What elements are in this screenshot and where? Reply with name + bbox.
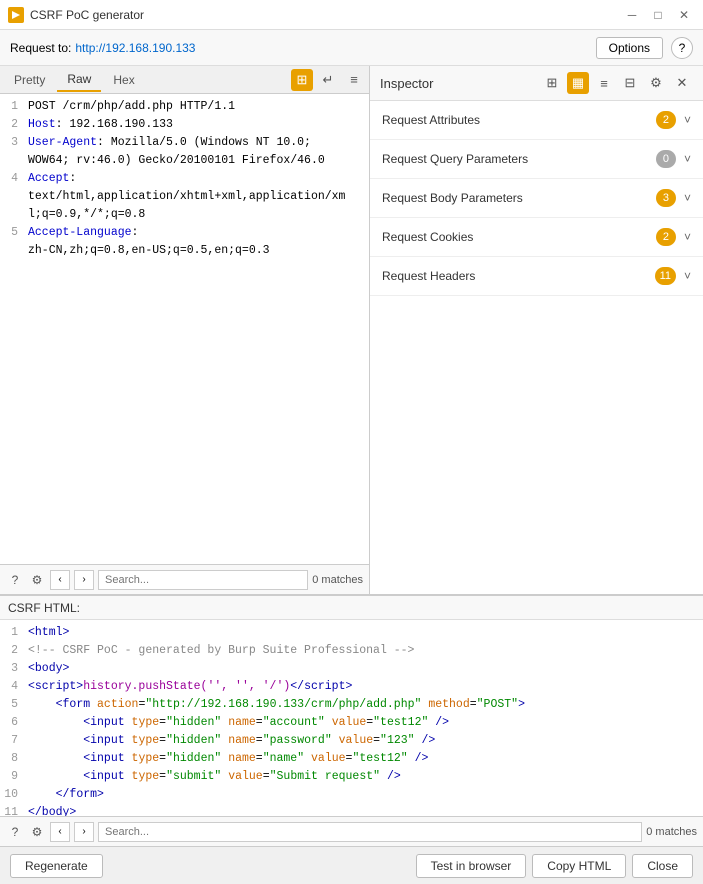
prev-match-button[interactable]: ‹: [50, 570, 70, 590]
code-line: 9 <input type="submit" value="Submit req…: [0, 768, 703, 786]
inspector-row-attributes[interactable]: Request Attributes 2 ˅: [370, 101, 703, 140]
count-badge: 0: [656, 150, 676, 168]
next-match-button-bottom[interactable]: ›: [74, 822, 94, 842]
chevron-down-icon: ˅: [684, 269, 691, 283]
chevron-down-icon: ˅: [684, 230, 691, 244]
code-line: 1 POST /crm/php/add.php HTTP/1.1: [0, 98, 369, 116]
inspector-align-icon[interactable]: ≡: [593, 72, 615, 94]
tab-hex[interactable]: Hex: [103, 69, 144, 91]
chevron-down-icon: ˅: [684, 113, 691, 127]
inspector-row-label: Request Query Parameters: [382, 152, 528, 166]
inspector-row-label: Request Body Parameters: [382, 191, 523, 205]
request-code-area: 1 POST /crm/php/add.php HTTP/1.1 2 Host:…: [0, 94, 369, 564]
request-url: http://192.168.190.133: [75, 41, 195, 55]
code-line: 3 <body>: [0, 660, 703, 678]
wrap-icon[interactable]: ↵: [317, 69, 339, 91]
csrf-match-count: 0 matches: [646, 826, 697, 838]
bottom-toolbar: Regenerate Test in browser Copy HTML Clo…: [0, 846, 703, 884]
code-line: 2 <!-- CSRF PoC - generated by Burp Suit…: [0, 642, 703, 660]
inspector-row-label: Request Headers: [382, 269, 475, 283]
code-line: 4 <script>history.pushState('', '', '/')…: [0, 678, 703, 696]
window-controls: ─ □ ✕: [621, 4, 695, 26]
code-line: 1 <html>: [0, 624, 703, 642]
inspector-row-label: Request Attributes: [382, 113, 480, 127]
inspector-close-icon[interactable]: ✕: [671, 72, 693, 94]
app-icon: [8, 7, 24, 23]
prev-match-button-bottom[interactable]: ‹: [50, 822, 70, 842]
settings-icon-bottom[interactable]: ⚙: [28, 823, 46, 841]
chevron-down-icon: ˅: [684, 152, 691, 166]
code-line: text/html,application/xhtml+xml,applicat…: [0, 188, 369, 206]
inspector-settings-icon[interactable]: ⚙: [645, 72, 667, 94]
inspector-list-icon[interactable]: ▦: [567, 72, 589, 94]
count-badge: 2: [656, 111, 676, 129]
code-line: WOW64; rv:46.0) Gecko/20100101 Firefox/4…: [0, 152, 369, 170]
next-match-button[interactable]: ›: [74, 570, 94, 590]
csrf-code-area: 1 <html> 2 <!-- CSRF PoC - generated by …: [0, 620, 703, 816]
request-bar: Request to: http://192.168.190.133 Optio…: [0, 30, 703, 66]
code-line: 10 </form>: [0, 786, 703, 804]
request-tabs: Pretty Raw Hex ⊞ ↵ ≡: [0, 66, 369, 94]
settings-icon[interactable]: ⚙: [28, 571, 46, 589]
close-button[interactable]: ✕: [673, 4, 695, 26]
help-icon[interactable]: ?: [6, 571, 24, 589]
help-icon-bottom[interactable]: ?: [6, 823, 24, 841]
code-line: 8 <input type="hidden" name="name" value…: [0, 750, 703, 768]
chevron-down-icon: ˅: [684, 191, 691, 205]
code-line: 5 <form action="http://192.168.190.133/c…: [0, 696, 703, 714]
inspector-row-body[interactable]: Request Body Parameters 3 ˅: [370, 179, 703, 218]
csrf-header: CSRF HTML:: [0, 596, 703, 620]
inspector-icon-bar: ⊞ ▦ ≡ ⊟ ⚙ ✕: [541, 72, 693, 94]
inspector-split-icon[interactable]: ⊟: [619, 72, 641, 94]
csrf-title: CSRF HTML:: [8, 601, 80, 615]
tab-raw[interactable]: Raw: [57, 68, 101, 92]
inspector-row-headers[interactable]: Request Headers 11 ˅: [370, 257, 703, 296]
csrf-search-input[interactable]: [98, 822, 642, 842]
close-button-toolbar[interactable]: Close: [632, 854, 693, 878]
code-line: zh-CN,zh;q=0.8,en-US;q=0.5,en;q=0.3: [0, 242, 369, 260]
regenerate-button[interactable]: Regenerate: [10, 854, 103, 878]
count-badge: 11: [655, 267, 676, 285]
main-area: Pretty Raw Hex ⊞ ↵ ≡ 1 POST /crm/php/add…: [0, 66, 703, 594]
match-count: 0 matches: [312, 574, 363, 586]
help-button[interactable]: ?: [671, 37, 693, 59]
maximize-button[interactable]: □: [647, 4, 669, 26]
inspector-row-query[interactable]: Request Query Parameters 0 ˅: [370, 140, 703, 179]
csrf-section: CSRF HTML: 1 <html> 2 <!-- CSRF PoC - ge…: [0, 594, 703, 884]
code-line: 7 <input type="hidden" name="password" v…: [0, 732, 703, 750]
code-line: 2 Host: 192.168.190.133: [0, 116, 369, 134]
title-bar: CSRF PoC generator ─ □ ✕: [0, 0, 703, 30]
request-label: Request to:: [10, 41, 71, 55]
request-search-bar: ? ⚙ ‹ › 0 matches: [0, 564, 369, 594]
inspector-panel: Inspector ⊞ ▦ ≡ ⊟ ⚙ ✕ Request Attributes…: [370, 66, 703, 594]
minimize-button[interactable]: ─: [621, 4, 643, 26]
inspector-row-cookies[interactable]: Request Cookies 2 ˅: [370, 218, 703, 257]
format-icon[interactable]: ⊞: [291, 69, 313, 91]
test-in-browser-button[interactable]: Test in browser: [416, 854, 527, 878]
code-line: 3 User-Agent: Mozilla/5.0 (Windows NT 10…: [0, 134, 369, 152]
inspector-row-label: Request Cookies: [382, 230, 473, 244]
left-panel: Pretty Raw Hex ⊞ ↵ ≡ 1 POST /crm/php/add…: [0, 66, 370, 594]
inspector-table-icon[interactable]: ⊞: [541, 72, 563, 94]
search-input[interactable]: [98, 570, 308, 590]
csrf-search-bar: ? ⚙ ‹ › 0 matches: [0, 816, 703, 846]
code-line: 11 </body>: [0, 804, 703, 816]
code-line: l;q=0.9,*/*;q=0.8: [0, 206, 369, 224]
code-line: 6 <input type="hidden" name="account" va…: [0, 714, 703, 732]
inspector-header: Inspector ⊞ ▦ ≡ ⊟ ⚙ ✕: [370, 66, 703, 101]
copy-html-button[interactable]: Copy HTML: [532, 854, 626, 878]
more-icon[interactable]: ≡: [343, 69, 365, 91]
code-line: 5 Accept-Language:: [0, 224, 369, 242]
count-badge: 3: [656, 189, 676, 207]
tab-pretty[interactable]: Pretty: [4, 69, 55, 91]
options-button[interactable]: Options: [596, 37, 663, 59]
app-title: CSRF PoC generator: [30, 8, 144, 22]
count-badge: 2: [656, 228, 676, 246]
code-line: 4 Accept:: [0, 170, 369, 188]
inspector-title: Inspector: [380, 76, 433, 91]
